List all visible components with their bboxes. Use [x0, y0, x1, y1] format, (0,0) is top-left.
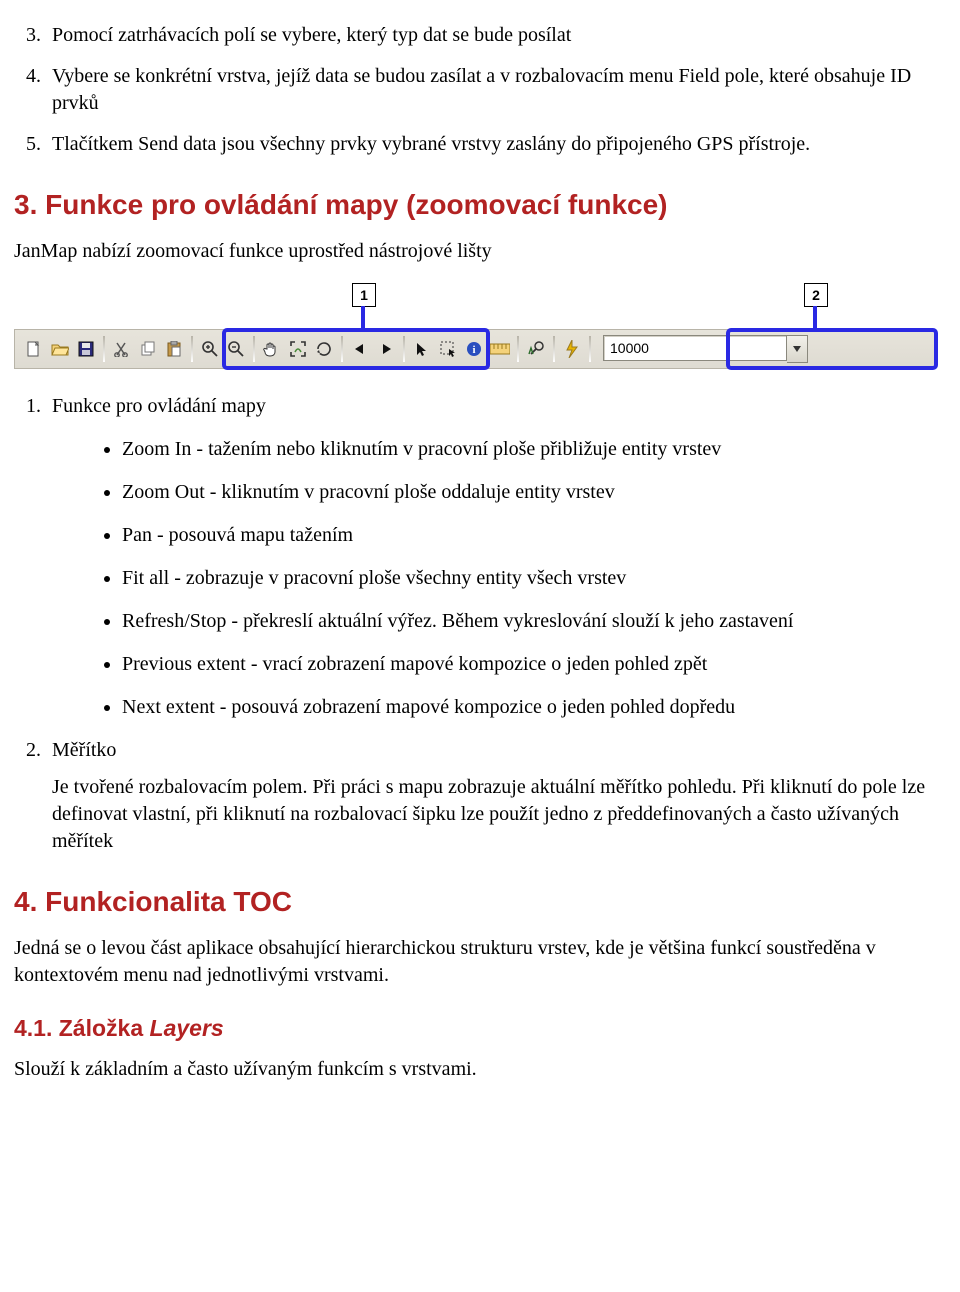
callout-2-line: [813, 306, 817, 328]
sub41-em: Layers: [150, 1015, 224, 1041]
measure-ruler-icon[interactable]: [489, 338, 511, 360]
intro-item: Pomocí zatrhávacích polí se vybere, kter…: [46, 22, 946, 49]
previous-extent-icon[interactable]: [349, 338, 371, 360]
section-4-1-para: Slouží k základním a často užívaným funk…: [14, 1056, 946, 1083]
toolbar-separator: [253, 336, 255, 362]
select-rect-icon[interactable]: [437, 338, 459, 360]
toolbar-separator: [341, 336, 343, 362]
toolbar-separator: [403, 336, 405, 362]
open-file-icon[interactable]: [49, 338, 71, 360]
cut-icon[interactable]: [111, 338, 133, 360]
intro-numbered-list: Pomocí zatrhávacích polí se vybere, kter…: [42, 22, 946, 158]
list-item-functions: Funkce pro ovládání mapy Zoom In - tažen…: [46, 393, 946, 721]
pointer-icon[interactable]: [411, 338, 433, 360]
callout-1-box: 1: [352, 283, 376, 307]
scale-description: Je tvořené rozbalovacím polem. Při práci…: [52, 774, 946, 855]
section-3-intro: JanMap nabízí zoomovací funkce uprostřed…: [14, 238, 946, 265]
next-extent-icon[interactable]: [375, 338, 397, 360]
zoom-functions-bullets: Zoom In - tažením nebo kliknutím v praco…: [122, 436, 946, 721]
list-item-scale: Měřítko Je tvořené rozbalovacím polem. P…: [46, 737, 946, 855]
bullet-item: Zoom In - tažením nebo kliknutím v praco…: [122, 436, 946, 463]
bullet-item: Refresh/Stop - překreslí aktuální výřez.…: [122, 608, 946, 635]
toolbar-separator: [517, 336, 519, 362]
bullet-item: Next extent - posouvá zobrazení mapové k…: [122, 694, 946, 721]
save-icon[interactable]: [75, 338, 97, 360]
toolbar: i: [14, 329, 934, 369]
callout-2-box: 2: [804, 283, 828, 307]
find-icon[interactable]: [525, 338, 547, 360]
toolbar-figure: 1 2: [14, 283, 934, 369]
toolbar-separator: [191, 336, 193, 362]
paste-icon[interactable]: [163, 338, 185, 360]
copy-icon[interactable]: [137, 338, 159, 360]
bullet-item: Fit all - zobrazuje v pracovní ploše vše…: [122, 565, 946, 592]
section-4-1-heading: 4.1. Záložka Layers: [14, 1013, 946, 1044]
section-4-heading: 4. Funkcionalita TOC: [14, 883, 946, 921]
chevron-down-icon: [792, 344, 802, 354]
list-item-title: Funkce pro ovládání mapy: [52, 395, 266, 417]
zoom-out-icon[interactable]: [225, 338, 247, 360]
list-item-title: Měřítko: [52, 739, 116, 761]
callout-row: 1 2: [14, 283, 934, 329]
flash-icon[interactable]: [561, 338, 583, 360]
callout-1-line: [361, 306, 365, 328]
section-3-numbered-list: Funkce pro ovládání mapy Zoom In - tažen…: [42, 393, 946, 855]
toolbar-separator: [103, 336, 105, 362]
intro-item: Vybere se konkrétní vrstva, jejíž data s…: [46, 63, 946, 117]
info-icon[interactable]: i: [463, 338, 485, 360]
toolbar-separator: [553, 336, 555, 362]
section-4-intro: Jedná se o levou část aplikace obsahujíc…: [14, 935, 946, 989]
fit-all-icon[interactable]: [287, 338, 309, 360]
refresh-stop-icon[interactable]: [313, 338, 335, 360]
bullet-item: Previous extent - vrací zobrazení mapové…: [122, 651, 946, 678]
scale-input[interactable]: [603, 335, 787, 361]
bullet-item: Pan - posouvá mapu tažením: [122, 522, 946, 549]
zoom-in-icon[interactable]: [199, 338, 221, 360]
section-3-heading: 3. Funkce pro ovládání mapy (zoomovací f…: [14, 186, 946, 224]
scale-dropdown-button[interactable]: [787, 335, 808, 363]
toolbar-separator: [589, 336, 591, 362]
bullet-item: Zoom Out - kliknutím v pracovní ploše od…: [122, 479, 946, 506]
intro-item: Tlačítkem Send data jsou všechny prvky v…: [46, 131, 946, 158]
sub41-plain: 4.1. Záložka: [14, 1015, 150, 1041]
svg-text:i: i: [472, 344, 475, 356]
new-file-icon[interactable]: [23, 338, 45, 360]
pan-hand-icon[interactable]: [261, 338, 283, 360]
scale-combo[interactable]: [603, 335, 808, 363]
